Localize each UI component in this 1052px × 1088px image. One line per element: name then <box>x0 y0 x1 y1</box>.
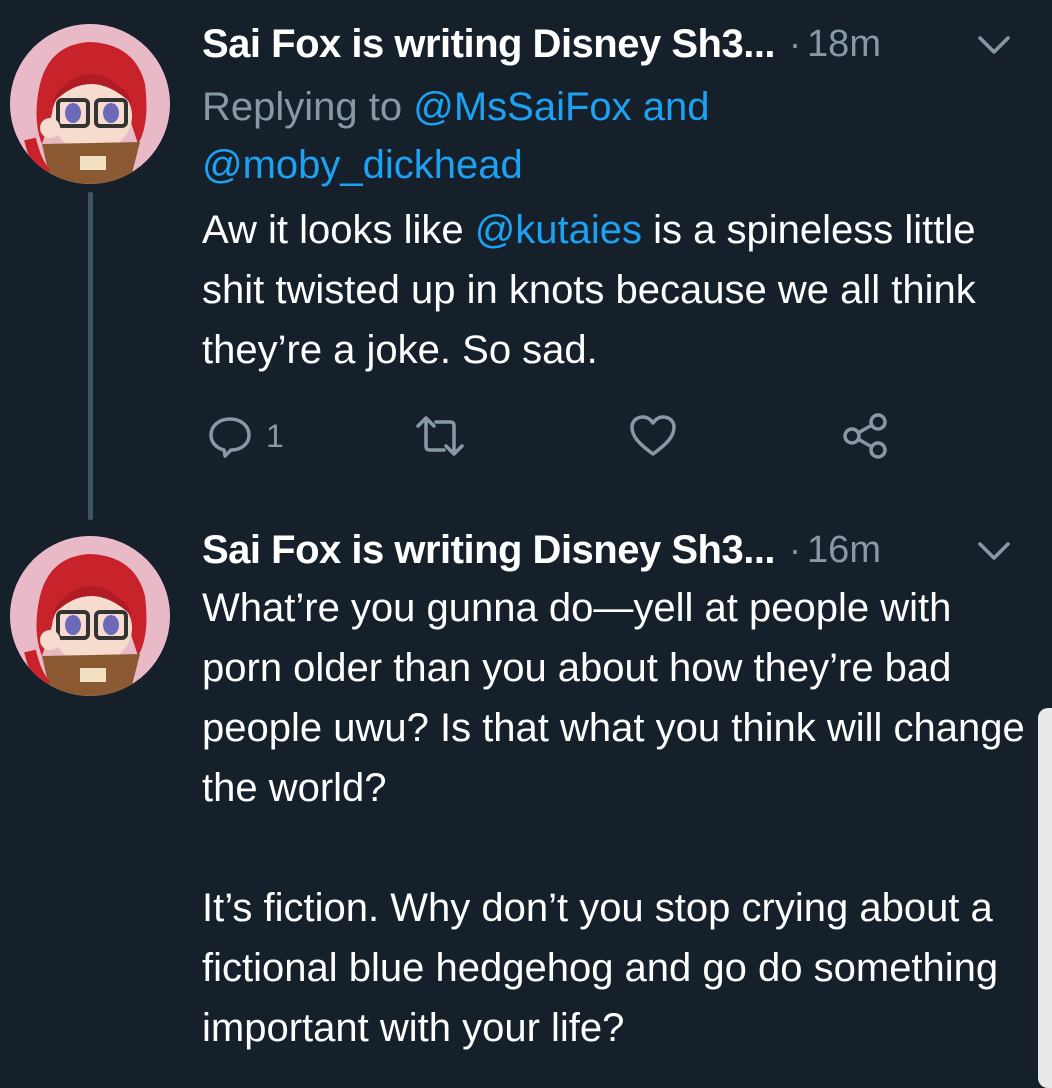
mention-link[interactable]: @moby_dickhead <box>202 143 523 187</box>
share-button[interactable] <box>840 406 890 466</box>
timestamp[interactable]: 18m <box>807 23 881 66</box>
reply-icon <box>209 417 251 458</box>
timestamp[interactable]: 16m <box>807 529 881 572</box>
tweet[interactable]: Sai Fox is writing Disney Sh3... · 18m R… <box>0 0 1052 520</box>
chevron-down-icon[interactable] <box>974 30 1014 60</box>
thread-line <box>88 192 93 520</box>
mention-and: and <box>631 85 710 129</box>
display-name[interactable]: Sai Fox is writing Disney Sh3... <box>202 528 776 573</box>
retweet-button[interactable] <box>412 406 468 466</box>
avatar[interactable] <box>10 536 170 696</box>
separator: · <box>789 23 802 64</box>
tweet[interactable]: Sai Fox is writing Disney Sh3... · 16m W… <box>0 520 1052 1088</box>
scroll-handle[interactable] <box>1038 708 1052 1088</box>
tweet-text: What’re you gunna do—yell at people with… <box>202 578 1032 1058</box>
tweet-paragraph: It’s fiction. Why don’t you stop crying … <box>202 886 999 1050</box>
retweet-icon <box>416 416 464 456</box>
tweet-header: Sai Fox is writing Disney Sh3... · 18m <box>202 20 1022 68</box>
tweet-text: Aw it looks like @kutaies is a spineless… <box>202 200 1032 380</box>
tweet-actions: 1 <box>202 406 902 466</box>
replying-to-label: Replying to <box>202 85 414 129</box>
tweet-paragraph: What’re you gunna do—yell at people with… <box>202 586 1025 810</box>
heart-icon <box>630 415 676 456</box>
avatar[interactable] <box>10 24 170 184</box>
like-button[interactable] <box>628 406 678 466</box>
display-name[interactable]: Sai Fox is writing Disney Sh3... <box>202 22 776 67</box>
separator: · <box>789 529 802 570</box>
chevron-down-icon[interactable] <box>974 536 1014 566</box>
mention-link[interactable]: @kutaies <box>475 208 642 252</box>
mention-link[interactable]: @MsSaiFox <box>413 85 631 129</box>
reply-button[interactable]: 1 <box>206 406 284 466</box>
tweet-header: Sai Fox is writing Disney Sh3... · 16m <box>202 526 1022 574</box>
share-icon <box>843 413 887 459</box>
replying-to: Replying to @MsSaiFox and @moby_dickhead <box>202 78 1022 194</box>
reply-count: 1 <box>266 417 284 454</box>
tweet-text-part: Aw it looks like <box>202 208 475 252</box>
